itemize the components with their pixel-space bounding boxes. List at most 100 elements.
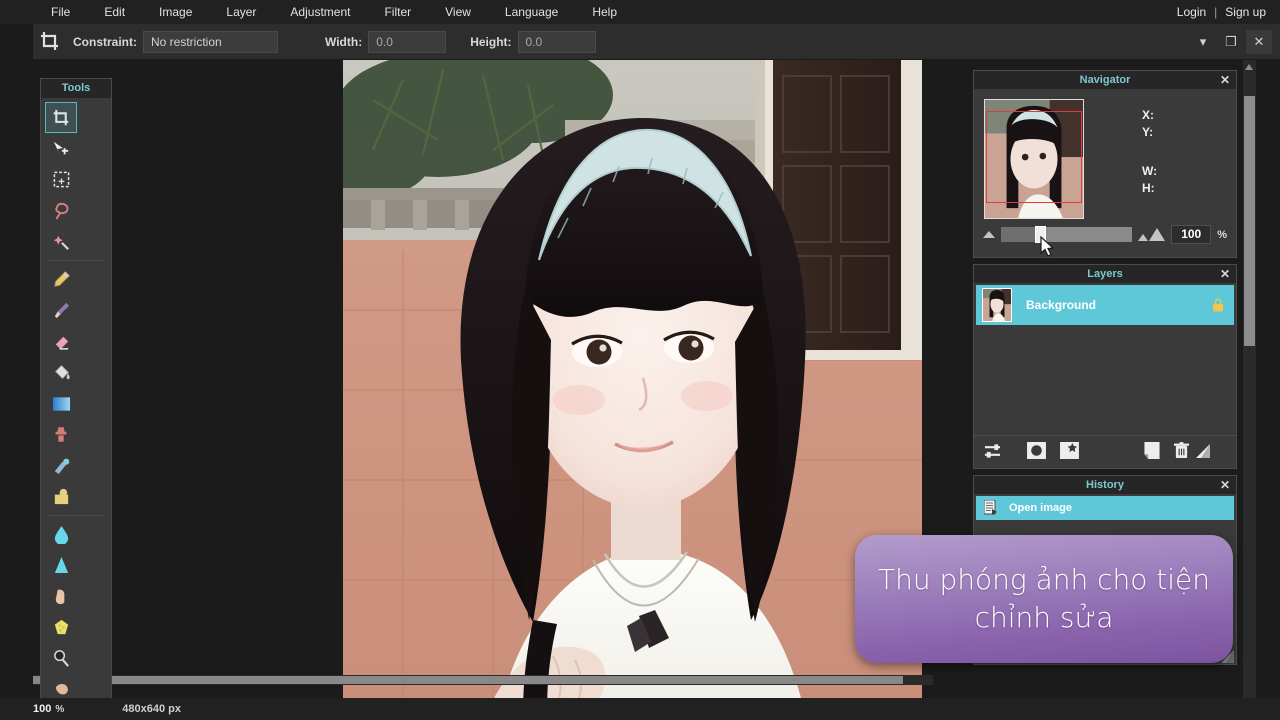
zoom-slider[interactable] — [1001, 226, 1133, 243]
login-link[interactable]: Login — [1177, 5, 1206, 19]
coord-w: W: — [1142, 164, 1158, 178]
layers-panel-title: Layers — [1087, 268, 1123, 280]
history-row-open-image[interactable]: Open image — [976, 496, 1234, 520]
new-layer-icon[interactable] — [1144, 442, 1160, 459]
constraint-select[interactable]: No restriction — [143, 30, 278, 53]
window-controls: ▾ ❐ ✕ — [1190, 29, 1272, 54]
coord-x: X: — [1142, 108, 1154, 122]
history-panel-title: History — [1086, 479, 1124, 491]
mountain-part-small — [1138, 234, 1149, 241]
tool-wand-select[interactable] — [45, 226, 77, 257]
tool-brush[interactable] — [45, 295, 77, 326]
navigator-body: X: Y: W: H: — [974, 89, 1236, 219]
height-label: Height: — [470, 34, 512, 49]
zoom-value-input[interactable]: 100 — [1171, 225, 1212, 244]
tool-smudge[interactable] — [45, 581, 77, 612]
vertical-scrollbar[interactable] — [1243, 60, 1256, 705]
tool-clone-stamp[interactable] — [45, 419, 77, 450]
navigator-thumbnail[interactable] — [984, 99, 1084, 219]
tool-marquee-select[interactable] — [45, 164, 77, 195]
navigator-panel-header[interactable]: Navigator ✕ — [974, 71, 1236, 89]
tool-drawing[interactable] — [45, 481, 77, 512]
left-gutter — [0, 24, 33, 720]
tool-sharpen[interactable] — [45, 550, 77, 581]
layer-styles-icon[interactable] — [1060, 442, 1079, 459]
menu-item-language[interactable]: Language — [488, 0, 575, 24]
large-mountain-icon[interactable] — [1138, 228, 1166, 241]
horizontal-scrollbar[interactable] — [33, 675, 933, 685]
right-gutter — [1256, 60, 1280, 705]
blur-droplet-icon — [54, 526, 68, 544]
tool-lasso[interactable] — [45, 195, 77, 226]
menu-items: File Edit Image Layer Adjustment Filter … — [0, 0, 634, 24]
close-icon[interactable]: ✕ — [1220, 72, 1230, 88]
crop-icon — [53, 109, 69, 125]
scroll-up-arrow-icon[interactable] — [1245, 64, 1253, 70]
height-group: Height: 0.0 — [470, 30, 596, 53]
menu-item-adjustment[interactable]: Adjustment — [273, 0, 367, 24]
image-canvas[interactable] — [343, 60, 922, 705]
brush-icon — [54, 302, 69, 319]
navigator-thumbnail-image — [985, 100, 1083, 218]
lock-icon[interactable] — [1212, 298, 1224, 312]
sponge-icon — [54, 619, 68, 635]
tool-options-bar: Constraint: No restriction Width: 0.0 He… — [0, 24, 1280, 60]
layer-row-background[interactable]: Background — [976, 285, 1234, 325]
horizontal-scrollbar-thumb[interactable] — [33, 676, 903, 684]
history-panel-header[interactable]: History ✕ — [974, 476, 1236, 494]
width-label: Width: — [325, 34, 363, 49]
signup-link[interactable]: Sign up — [1225, 5, 1266, 19]
zoom-slider-fill — [1001, 227, 1036, 242]
marquee-select-icon — [53, 171, 69, 188]
close-icon[interactable]: ✕ — [1220, 477, 1230, 493]
tool-pencil[interactable] — [45, 264, 77, 295]
close-icon[interactable]: ✕ — [1220, 266, 1230, 282]
coords-gap — [1142, 141, 1157, 163]
tool-dodge[interactable] — [45, 643, 77, 674]
menu-item-image[interactable]: Image — [142, 0, 209, 24]
wand-select-icon — [53, 235, 69, 250]
crop-icon — [33, 27, 65, 57]
tool-eraser[interactable] — [45, 326, 77, 357]
close-icon[interactable]: ✕ — [1246, 29, 1272, 54]
tool-sponge[interactable] — [45, 612, 77, 643]
minimize-icon[interactable]: ▾ — [1190, 30, 1216, 54]
navigator-panel-title: Navigator — [1079, 74, 1131, 86]
tool-blur[interactable] — [45, 519, 77, 550]
menu-bar: File Edit Image Layer Adjustment Filter … — [0, 0, 1280, 24]
delete-layer-icon[interactable] — [1174, 442, 1189, 459]
menu-item-edit[interactable]: Edit — [87, 0, 142, 24]
menu-item-help[interactable]: Help — [575, 0, 634, 24]
tool-paint-bucket[interactable] — [45, 357, 77, 388]
menu-item-view[interactable]: View — [428, 0, 488, 24]
layers-empty-area — [974, 327, 1236, 435]
coord-y: Y: — [1142, 125, 1154, 139]
layers-panel: Layers ✕ Background — [973, 264, 1237, 469]
small-mountain-icon[interactable] — [983, 231, 995, 238]
vertical-scrollbar-thumb[interactable] — [1244, 96, 1255, 346]
canvas-photo — [343, 60, 922, 705]
layer-settings-icon[interactable] — [984, 443, 1001, 459]
pencil-icon — [53, 271, 70, 287]
gradient-icon — [52, 396, 70, 411]
menu-item-file[interactable]: File — [34, 0, 87, 24]
width-input[interactable]: 0.0 — [368, 30, 447, 53]
layers-panel-header[interactable]: Layers ✕ — [974, 265, 1236, 283]
menu-item-filter[interactable]: Filter — [367, 0, 428, 24]
status-bar: 100 % 480x640 px — [0, 698, 1280, 720]
height-input[interactable]: 0.0 — [517, 30, 596, 53]
layer-resize-grip-icon[interactable] — [1196, 443, 1210, 458]
tool-gradient[interactable] — [45, 388, 77, 419]
layer-thumbnail-image — [983, 289, 1011, 321]
mouse-cursor-icon — [1040, 236, 1055, 257]
tool-crop[interactable] — [45, 102, 77, 133]
layer-mask-icon[interactable] — [1027, 442, 1046, 459]
layers-toolbar — [974, 435, 1236, 465]
zoom-unit-label: % — [1217, 228, 1227, 241]
menu-item-layer[interactable]: Layer — [209, 0, 273, 24]
tool-color-replace[interactable] — [45, 450, 77, 481]
tool-move[interactable] — [45, 133, 77, 164]
restore-icon[interactable]: ❐ — [1218, 30, 1244, 54]
mountain-part-large — [1149, 228, 1166, 241]
lasso-icon — [55, 202, 69, 219]
